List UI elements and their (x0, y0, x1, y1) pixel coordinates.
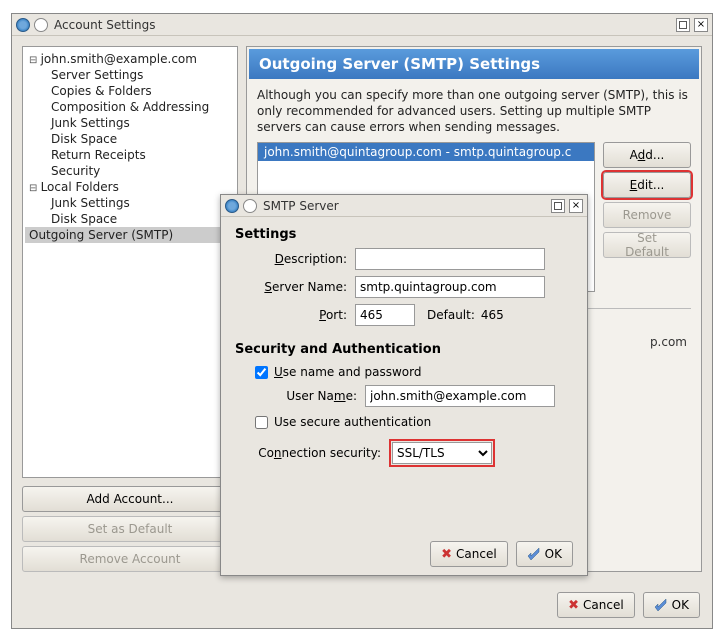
default-port-label: Default: (427, 308, 475, 322)
tree-item-disk[interactable]: Disk Space (25, 131, 235, 147)
port-label: Port: (235, 308, 355, 322)
window-minimize-icon[interactable] (243, 199, 257, 213)
modal-titlebar: SMTP Server × (221, 195, 587, 217)
main-footer: ✖Cancel OK (557, 592, 700, 618)
main-ok-button[interactable]: OK (643, 592, 700, 618)
server-name-input[interactable] (355, 276, 545, 298)
tree-item-copies-folders[interactable]: Copies & Folders (25, 83, 235, 99)
main-titlebar: Account Settings × (12, 14, 712, 36)
window-minimize-icon[interactable] (34, 18, 48, 32)
smtp-server-dialog: SMTP Server × Settings Description: Serv… (220, 194, 588, 576)
smtp-list-buttons: Add... Edit... Remove Set Default (603, 142, 691, 292)
smtp-edit-button[interactable]: Edit... (603, 172, 691, 198)
port-input[interactable] (355, 304, 415, 326)
app-icon (16, 18, 30, 32)
window-title: Account Settings (54, 18, 155, 32)
username-input[interactable] (365, 385, 555, 407)
tree-item-server-settings[interactable]: Server Settings (25, 67, 235, 83)
tree-pane: john.smith@example.com Server Settings C… (22, 46, 238, 572)
secure-auth-label: Use secure authentication (274, 415, 431, 429)
tree-account-2[interactable]: Local Folders (25, 179, 235, 195)
window-maximize-icon[interactable] (551, 199, 565, 213)
server-name-label: Server Name: (235, 280, 355, 294)
smtp-add-button[interactable]: Add... (603, 142, 691, 168)
description-input[interactable] (355, 248, 545, 270)
use-name-password-checkbox[interactable] (255, 366, 268, 379)
username-label: User Name: (235, 389, 365, 403)
tree-item-composition[interactable]: Composition & Addressing (25, 99, 235, 115)
add-account-button[interactable]: Add Account... (22, 486, 238, 512)
window-close-icon[interactable]: × (569, 199, 583, 213)
smtp-remove-button: Remove (603, 202, 691, 228)
tree-item-security[interactable]: Security (25, 163, 235, 179)
default-port-value: 465 (481, 308, 504, 322)
ok-icon (527, 547, 541, 561)
tree-item-smtp[interactable]: Outgoing Server (SMTP) (25, 227, 235, 243)
modal-title: SMTP Server (263, 199, 339, 213)
description-label: Description: (235, 252, 355, 266)
connection-security-label: Connection security: (235, 446, 389, 460)
window-maximize-icon[interactable] (676, 18, 690, 32)
tree-account-1[interactable]: john.smith@example.com (25, 51, 235, 67)
ok-icon (654, 598, 668, 612)
smtp-setdefault-button: Set Default (603, 232, 691, 258)
window-close-icon[interactable]: × (694, 18, 708, 32)
app-icon (225, 199, 239, 213)
connection-security-highlight: SSL/TLS (389, 439, 495, 467)
smtp-heading: Outgoing Server (SMTP) Settings (249, 49, 699, 79)
smtp-description: Although you can specify more than one o… (247, 81, 701, 142)
tree-item-lf-junk[interactable]: Junk Settings (25, 195, 235, 211)
remove-account-button: Remove Account (22, 546, 238, 572)
cancel-icon: ✖ (568, 598, 579, 613)
account-tree[interactable]: john.smith@example.com Server Settings C… (22, 46, 238, 478)
secure-auth-checkbox[interactable] (255, 416, 268, 429)
security-section-title: Security and Authentication (235, 342, 573, 357)
tree-item-junk[interactable]: Junk Settings (25, 115, 235, 131)
smtp-list-item[interactable]: john.smith@quintagroup.com - smtp.quinta… (258, 143, 594, 161)
use-name-password-label: Use name and password (274, 365, 421, 379)
modal-footer: ✖Cancel OK (235, 541, 573, 567)
modal-content: Settings Description: Server Name: Port:… (221, 217, 587, 575)
settings-section-title: Settings (235, 227, 573, 242)
connection-security-select[interactable]: SSL/TLS (392, 442, 492, 464)
main-cancel-button[interactable]: ✖Cancel (557, 592, 635, 618)
tree-item-return[interactable]: Return Receipts (25, 147, 235, 163)
tree-buttons: Add Account... Set as Default Remove Acc… (22, 486, 238, 572)
set-default-account-button: Set as Default (22, 516, 238, 542)
modal-cancel-button[interactable]: ✖Cancel (430, 541, 508, 567)
tree-item-lf-disk[interactable]: Disk Space (25, 211, 235, 227)
modal-ok-button[interactable]: OK (516, 541, 573, 567)
cancel-icon: ✖ (441, 547, 452, 562)
